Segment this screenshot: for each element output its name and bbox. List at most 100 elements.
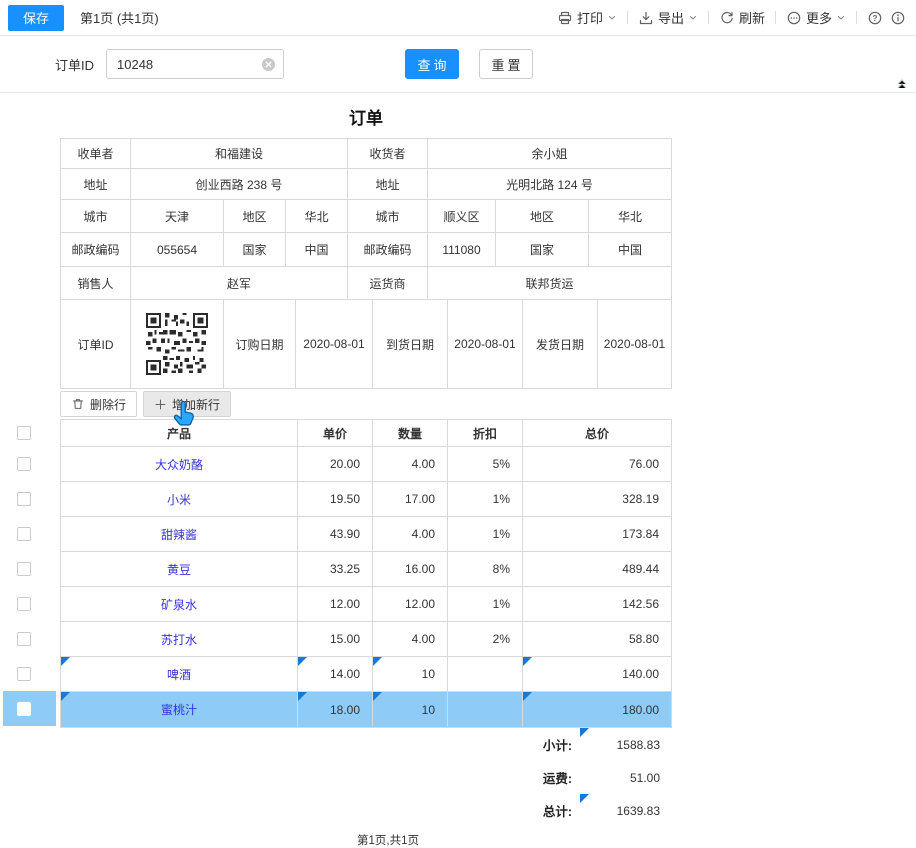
product-link[interactable]: 苏打水 xyxy=(161,631,197,648)
total-cell: 58.80 xyxy=(523,622,671,656)
print-button[interactable]: 打印 xyxy=(557,8,617,27)
collapse-panel-icon[interactable] xyxy=(893,73,911,91)
edited-cell-marker xyxy=(298,657,307,666)
info-row: 邮政编码 055654 国家 中国 邮政编码 111080 国家 中国 xyxy=(61,233,671,267)
export-button[interactable]: 导出 xyxy=(638,8,698,27)
product-link[interactable]: 甜辣酱 xyxy=(161,526,197,543)
price-cell: 18.00 xyxy=(330,703,360,717)
product-row[interactable]: 甜辣酱 43.90 4.00 1% 173.84 xyxy=(61,517,671,552)
region2-label: 地区 xyxy=(496,200,589,232)
add-row-label: 增加新行 xyxy=(172,396,220,413)
product-link[interactable]: 大众奶酪 xyxy=(155,456,203,473)
product-row[interactable]: 苏打水 15.00 4.00 2% 58.80 xyxy=(61,622,671,657)
row-checkbox[interactable] xyxy=(17,492,31,506)
product-row-selected[interactable]: 蜜桃汁 18.00 10 180.00 xyxy=(61,692,671,727)
info-row: 地址 创业西路 238 号 地址 光明北路 124 号 xyxy=(61,169,671,200)
order-id-input[interactable] xyxy=(107,50,283,78)
product-row[interactable]: 啤酒 14.00 10 140.00 xyxy=(61,657,671,692)
row-checkbox[interactable] xyxy=(17,632,31,646)
row-checkbox[interactable] xyxy=(17,667,31,681)
edited-cell-marker xyxy=(523,692,532,701)
printer-icon xyxy=(557,10,573,26)
address1-value: 创业西路 238 号 xyxy=(131,169,348,199)
add-row-button[interactable]: 增加新行 xyxy=(143,391,231,417)
save-button[interactable]: 保存 xyxy=(8,5,64,31)
reset-button[interactable]: 重置 xyxy=(479,49,533,79)
gutter-cell xyxy=(3,586,56,621)
price-cell: 33.25 xyxy=(298,552,373,586)
row-checkbox[interactable] xyxy=(17,562,31,576)
query-button[interactable]: 查询 xyxy=(405,49,459,79)
price-cell: 15.00 xyxy=(298,622,373,656)
product-row[interactable]: 大众奶酪 20.00 4.00 5% 76.00 xyxy=(61,447,671,482)
country2-label: 国家 xyxy=(496,233,589,266)
total-cell: 173.84 xyxy=(523,517,671,551)
product-link[interactable]: 小米 xyxy=(167,491,191,508)
edited-cell-marker xyxy=(61,692,70,701)
chevron-down-icon xyxy=(688,13,698,23)
gutter-cell xyxy=(3,621,56,656)
edited-cell-marker xyxy=(580,728,589,737)
gutter-cell xyxy=(3,516,56,551)
product-link[interactable]: 蜜桃汁 xyxy=(161,701,197,718)
consignor-value: 和福建设 xyxy=(131,139,348,168)
product-table: 产品 单价 数量 折扣 总价 大众奶酪 20.00 4.00 5% 76.00 … xyxy=(60,419,672,728)
country1-value: 中国 xyxy=(286,233,348,266)
order-id-label: 订单ID xyxy=(55,55,94,74)
toolbar-divider xyxy=(856,11,857,24)
order-date-label: 订购日期 xyxy=(224,300,296,388)
svg-text:?: ? xyxy=(873,13,878,22)
product-row[interactable]: 黄豆 33.25 16.00 8% 489.44 xyxy=(61,552,671,587)
col-header-qty: 数量 xyxy=(373,420,448,446)
edited-cell-marker xyxy=(373,692,382,701)
row-checkbox[interactable] xyxy=(17,527,31,541)
edited-cell-marker xyxy=(298,692,307,701)
clear-input-icon[interactable] xyxy=(261,57,276,72)
more-button[interactable]: 更多 xyxy=(786,8,846,27)
grand-total-value: 1639.83 xyxy=(617,804,660,818)
select-all-checkbox[interactable] xyxy=(17,426,31,440)
consignor-label: 收单者 xyxy=(61,139,131,168)
total-cell: 180.00 xyxy=(622,703,659,717)
total-cell: 140.00 xyxy=(622,667,659,681)
refresh-button[interactable]: 刷新 xyxy=(719,8,765,27)
row-actions: 删除行 增加新行 xyxy=(60,391,916,417)
toolbar-divider xyxy=(627,11,628,24)
qty-cell: 16.00 xyxy=(373,552,448,586)
price-cell: 14.00 xyxy=(330,667,360,681)
gutter-cell xyxy=(3,446,56,481)
consignee-value: 余小姐 xyxy=(428,139,671,168)
product-section: 产品 单价 数量 折扣 总价 大众奶酪 20.00 4.00 5% 76.00 … xyxy=(0,419,916,728)
help-button[interactable]: ? xyxy=(867,10,883,26)
info-icon xyxy=(890,10,906,26)
row-checkbox[interactable] xyxy=(17,457,31,471)
product-link[interactable]: 啤酒 xyxy=(167,666,191,683)
chevron-down-icon xyxy=(836,13,846,23)
question-icon: ? xyxy=(867,10,883,26)
discount-cell: 1% xyxy=(448,587,523,621)
qty-cell: 10 xyxy=(422,667,435,681)
order-id-qr-cell xyxy=(131,300,224,388)
info-button[interactable] xyxy=(890,10,906,26)
ship-date-label: 发货日期 xyxy=(523,300,598,388)
product-row[interactable]: 小米 19.50 17.00 1% 328.19 xyxy=(61,482,671,517)
product-link[interactable]: 矿泉水 xyxy=(161,596,197,613)
refresh-label: 刷新 xyxy=(739,8,765,27)
row-checkbox[interactable] xyxy=(17,702,31,716)
info-row: 城市 天津 地区 华北 城市 顺义区 地区 华北 xyxy=(61,200,671,233)
delete-row-button[interactable]: 删除行 xyxy=(60,391,137,417)
toolbar-divider xyxy=(775,11,776,24)
price-cell: 19.50 xyxy=(298,482,373,516)
subtotal-value: 1588.83 xyxy=(617,738,660,752)
row-checkbox[interactable] xyxy=(17,597,31,611)
gutter-cell xyxy=(3,481,56,516)
freight-label: 运费: xyxy=(543,768,572,787)
product-link[interactable]: 黄豆 xyxy=(167,561,191,578)
col-header-price: 单价 xyxy=(298,420,373,446)
qty-cell: 17.00 xyxy=(373,482,448,516)
order-id-cell-label: 订单ID xyxy=(61,300,131,388)
qr-code xyxy=(146,313,208,375)
product-row[interactable]: 矿泉水 12.00 12.00 1% 142.56 xyxy=(61,587,671,622)
info-row: 订单ID xyxy=(61,300,671,388)
zip1-label: 邮政编码 xyxy=(61,233,131,266)
